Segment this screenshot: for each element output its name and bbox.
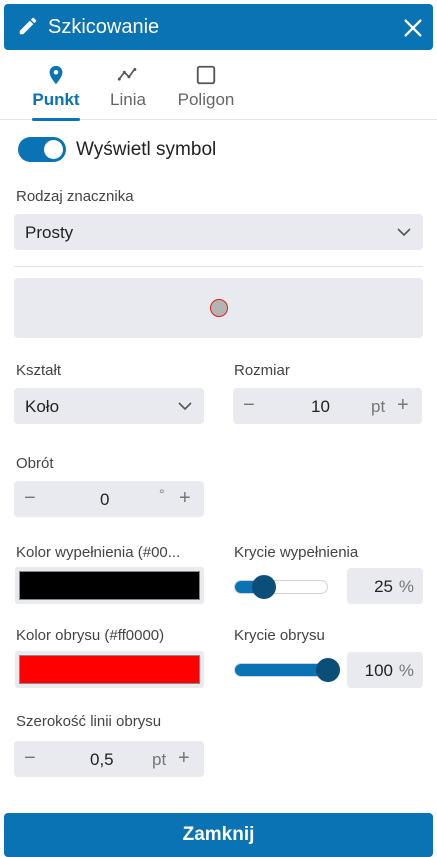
preview-symbol: [210, 299, 228, 317]
stroke-opacity-value: 100: [364, 661, 393, 680]
fill-color-swatch[interactable]: [15, 567, 204, 604]
marker-type-label: Rodzaj znacznika: [16, 188, 134, 205]
tab-poligon[interactable]: Poligon: [170, 58, 242, 120]
display-symbol-toggle[interactable]: [18, 137, 66, 162]
rotation-decrement-button[interactable]: −: [24, 487, 36, 509]
chevron-down-icon: [397, 228, 411, 237]
tab-linia[interactable]: Linia: [100, 58, 156, 120]
rotation-input[interactable]: 0: [100, 490, 109, 510]
slider-fill: [235, 664, 329, 676]
panel-title: Szkicowanie: [48, 16, 160, 38]
fill-color-preview: [19, 571, 200, 600]
stroke-width-unit: pt: [152, 750, 167, 769]
close-button[interactable]: Zamknij: [4, 813, 433, 857]
symbol-preview: [14, 278, 423, 338]
stroke-width-decrement-button[interactable]: −: [24, 747, 36, 769]
fill-opacity-value: 25: [374, 577, 393, 596]
stroke-opacity-slider[interactable]: [234, 657, 340, 683]
fill-opacity-field[interactable]: 25 %: [347, 568, 423, 604]
stroke-opacity-unit: %: [398, 661, 414, 680]
stroke-color-swatch[interactable]: [15, 651, 204, 688]
tab-punkt[interactable]: Punkt: [22, 58, 90, 121]
fill-opacity-slider[interactable]: [234, 574, 328, 600]
slider-track: [234, 580, 328, 594]
size-unit: pt: [371, 397, 386, 416]
geometry-tabs: Punkt Linia Poligon: [0, 58, 437, 121]
rotation-label: Obrót: [16, 455, 54, 472]
stroke-opacity-label: Krycie obrysu: [234, 627, 325, 644]
close-icon[interactable]: [402, 17, 424, 39]
shape-label: Kształt: [16, 362, 62, 379]
polyline-icon: [117, 68, 137, 81]
size-input[interactable]: 10: [311, 397, 330, 417]
marker-type-value: Prosty: [25, 223, 74, 242]
toggle-knob: [44, 140, 63, 159]
stroke-width-input[interactable]: 0,5: [90, 750, 114, 770]
stroke-width-increment-button[interactable]: +: [178, 747, 190, 769]
stroke-color-label: Kolor obrysu (#ff0000): [16, 627, 165, 644]
stroke-color-preview: [19, 655, 200, 684]
chevron-down-icon: [178, 402, 192, 411]
pencil-icon: [19, 17, 37, 35]
shape-value: Koło: [25, 397, 60, 416]
panel-header: Szkicowanie: [4, 4, 433, 50]
slider-thumb[interactable]: [316, 658, 340, 682]
stroke-opacity-field[interactable]: 100 %: [347, 652, 423, 688]
square-icon: [196, 65, 216, 85]
fill-color-label: Kolor wypełnienia (#00...: [16, 544, 181, 561]
stroke-width-stepper: − 0,5 pt +: [14, 741, 204, 777]
size-label: Rozmiar: [234, 362, 290, 379]
rotation-stepper: − 0 ° +: [14, 481, 204, 517]
display-symbol-label: Wyświetl symbol: [76, 139, 217, 160]
map-pin-icon: [49, 65, 63, 85]
size-stepper: − 10 pt +: [233, 388, 422, 424]
rotation-unit: °: [159, 486, 165, 502]
stroke-width-label: Szerokość linii obrysu: [16, 713, 162, 730]
size-decrement-button[interactable]: −: [243, 394, 255, 416]
slider-thumb[interactable]: [251, 575, 276, 599]
tab-label: Poligon: [177, 90, 235, 109]
marker-type-select[interactable]: Prosty: [14, 214, 423, 250]
divider: [14, 266, 423, 267]
tab-label: Linia: [110, 90, 146, 109]
rotation-increment-button[interactable]: +: [179, 487, 191, 509]
size-increment-button[interactable]: +: [397, 394, 409, 416]
fill-opacity-label: Krycie wypełnienia: [234, 544, 359, 561]
tab-label: Punkt: [32, 90, 80, 109]
shape-select[interactable]: Koło: [14, 388, 204, 424]
fill-opacity-unit: %: [398, 577, 414, 596]
